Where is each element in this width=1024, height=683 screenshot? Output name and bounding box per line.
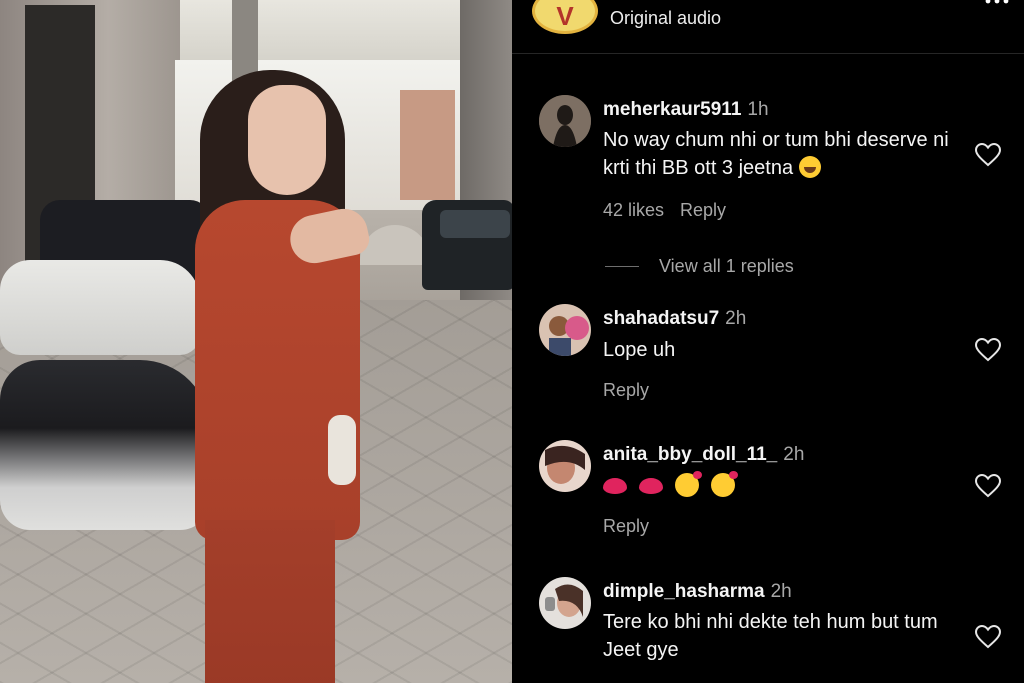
heart-outline-icon[interactable]	[974, 624, 1002, 650]
avatar[interactable]	[539, 577, 591, 629]
foreground-scooter	[0, 360, 210, 530]
person-bag	[328, 415, 356, 485]
comment-text: Lope uh	[603, 339, 676, 361]
brand-v-icon: V	[556, 1, 574, 31]
comment-time: 1h	[747, 99, 769, 120]
avatar[interactable]	[539, 304, 591, 356]
heart-outline-icon[interactable]	[974, 142, 1002, 168]
reel-video[interactable]	[0, 0, 512, 683]
heart-outline-icon[interactable]	[974, 473, 1002, 499]
reply-button[interactable]: Reply	[603, 516, 649, 537]
comment-emojis	[603, 471, 973, 500]
more-icon[interactable]	[984, 0, 1010, 12]
background-sand-pile	[360, 225, 430, 265]
replies-divider	[605, 266, 639, 267]
comment-text: Tere ko bhi nhi dekte teh hum but tum Je…	[603, 611, 938, 661]
comment-meta: 42 likes Reply	[603, 200, 726, 221]
lips-emoji-icon	[603, 478, 627, 494]
laughing-emoji-icon	[798, 156, 821, 178]
likes-count[interactable]: 42 likes	[603, 200, 664, 220]
background-building	[400, 90, 455, 200]
heart-outline-icon[interactable]	[974, 337, 1002, 363]
comment-time: 2h	[770, 581, 792, 602]
reply-button[interactable]: Reply	[680, 200, 726, 220]
kissing-face-emoji-icon	[711, 471, 738, 497]
comment-username[interactable]: anita_bby_doll_11_ 2h	[603, 444, 804, 466]
person-trousers	[205, 520, 335, 683]
reply-button[interactable]: Reply	[603, 380, 649, 401]
comment-username[interactable]: dimple_hasharma 2h	[603, 581, 792, 603]
background-car-window	[440, 210, 510, 238]
avatar[interactable]	[539, 440, 591, 492]
audio-label[interactable]: Original audio	[610, 8, 721, 29]
comment-text: No way chum nhi or tum bhi deserve ni kr…	[603, 129, 949, 179]
view-replies-button[interactable]: View all 1 replies	[605, 256, 794, 277]
kissing-face-emoji-icon	[675, 471, 702, 497]
account-avatar[interactable]: V	[532, 0, 598, 34]
comment-username[interactable]: meherkaur5911 1h	[603, 99, 769, 121]
lips-emoji-icon	[639, 478, 663, 494]
comments-panel: V Original audio meherkaur5911 1h No way …	[512, 0, 1024, 683]
comment-time: 2h	[783, 444, 805, 465]
post-header: V Original audio	[512, 0, 1024, 54]
background-scooter	[0, 260, 200, 355]
avatar[interactable]	[539, 95, 591, 147]
comment-username[interactable]: shahadatsu7 2h	[603, 308, 746, 330]
comment-time: 2h	[725, 308, 747, 329]
person-face	[248, 85, 326, 195]
